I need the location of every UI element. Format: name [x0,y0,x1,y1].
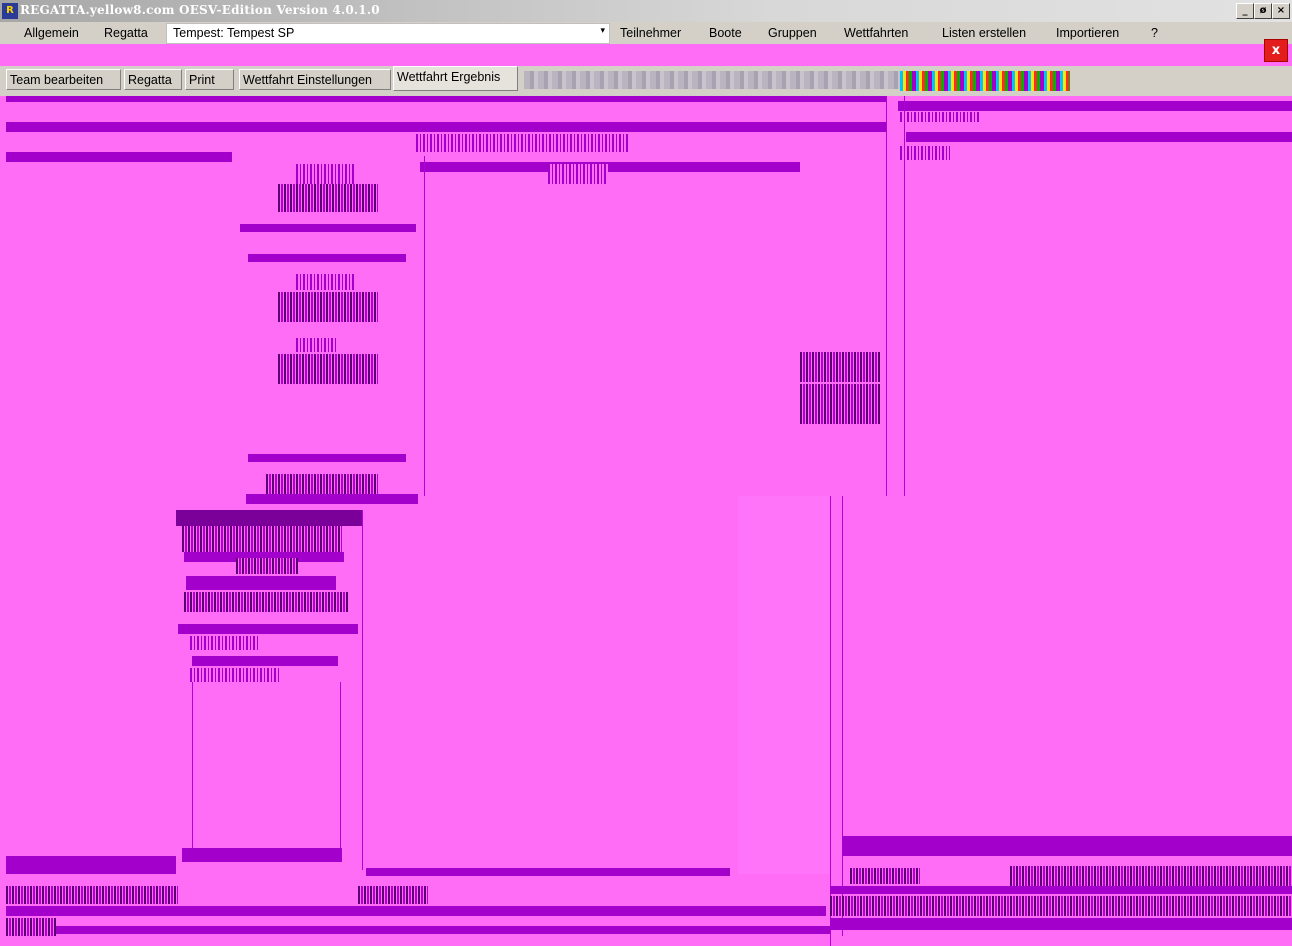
artifact-bar [6,96,886,102]
close-regatta-button[interactable]: x [1264,39,1288,62]
menu-allgemein[interactable]: Allgemein [24,26,79,40]
artifact-pattern [296,338,336,352]
artifact-bar [56,926,830,934]
artifact-pattern [190,668,280,682]
tab-strip-artifact [524,71,904,89]
artifact-column [738,496,830,874]
artifact-bar [186,576,336,590]
content-area [0,96,1292,946]
artifact-line [904,96,905,496]
artifact-bar [842,836,1292,856]
artifact-pattern [830,896,1292,916]
artifact-block [176,510,362,526]
artifact-pattern [190,636,260,650]
artifact-pattern [548,164,608,184]
artifact-bar [192,656,338,666]
artifact-bar [6,906,826,916]
artifact-pattern [800,352,880,382]
artifact-line [842,496,843,936]
artifact-pattern [278,184,378,212]
tab-team-bearbeiten[interactable]: Team bearbeiten [6,69,121,90]
menu-regatta[interactable]: Regatta [104,26,148,40]
artifact-pattern [296,164,356,184]
menu-gruppen[interactable]: Gruppen [768,26,817,40]
artifact-pattern [900,112,980,122]
menu-importieren[interactable]: Importieren [1056,26,1119,40]
artifact-bar [248,454,406,462]
artifact-bar [182,848,342,862]
window-close-button[interactable]: × [1272,3,1290,19]
artifact-pattern [416,134,630,152]
artifact-bar [240,224,416,232]
artifact-bar [898,101,1292,111]
artifact-pattern [266,474,378,494]
maximize-button[interactable]: ø [1254,3,1272,19]
artifact-pattern [184,592,348,612]
artifact-pattern [900,146,950,160]
artifact-line [830,496,831,946]
minimize-button[interactable]: _ [1236,3,1254,19]
menu-boote[interactable]: Boote [709,26,742,40]
artifact-pattern [358,886,428,904]
dropdown-arrow-icon[interactable]: ▾ [600,26,605,36]
tab-print[interactable]: Print [185,69,234,90]
artifact-bar [830,918,1292,930]
artifact-pattern [1010,866,1292,888]
menu-help[interactable]: ? [1151,26,1158,40]
title-bar: R REGATTA.yellow8.com OESV-Edition Versi… [0,0,1292,22]
artifact-pattern [278,354,378,384]
menu-wettfahrten[interactable]: Wettfahrten [844,26,908,40]
artifact-bar [420,162,800,172]
artifact-bar [246,494,418,504]
artifact-bar [830,886,1292,894]
artifact-bar [906,132,1292,142]
artifact-pattern [850,868,920,884]
artifact-pattern [278,292,378,322]
artifact-pattern [236,558,298,574]
tab-wettfahrt-einstellungen[interactable]: Wettfahrt Einstellungen [239,69,391,90]
tab-wettfahrt-ergebnis[interactable]: Wettfahrt Ergebnis [393,66,518,91]
menu-listen-erstellen[interactable]: Listen erstellen [942,26,1026,40]
class-label: Tempest: [173,26,224,40]
artifact-pattern [800,384,880,424]
regatta-name: Tempest SP [226,26,295,40]
artifact-pattern [182,526,342,552]
artifact-bar [6,856,176,874]
artifact-pattern [296,274,356,290]
artifact-line [340,682,341,852]
artifact-pattern [6,886,178,904]
tab-bar: Team bearbeiten Regatta Print Wettfahrt … [0,66,1292,96]
artifact-line [424,156,425,496]
artifact-bar [6,152,232,162]
rendering-artifact [900,71,1070,91]
artifact-bar [6,122,886,132]
artifact-bar [248,254,406,262]
artifact-line [192,682,193,852]
regatta-selector[interactable]: Tempest: Tempest SP ▾ [166,23,610,44]
artifact-pattern [6,918,56,936]
menu-teilnehmer[interactable]: Teilnehmer [620,26,681,40]
artifact-bar [366,868,730,876]
menu-bar: Allgemein Regatta Tempest: Tempest SP ▾ … [0,22,1292,44]
artifact-bar [178,624,358,634]
regatta-selector-value: Tempest: Tempest SP [173,26,294,40]
artifact-line [362,510,363,870]
regatta-app-icon: R [2,3,18,19]
tab-regatta[interactable]: Regatta [124,69,182,90]
artifact-line [886,96,887,496]
window-title: REGATTA.yellow8.com OESV-Edition Version… [20,3,380,17]
